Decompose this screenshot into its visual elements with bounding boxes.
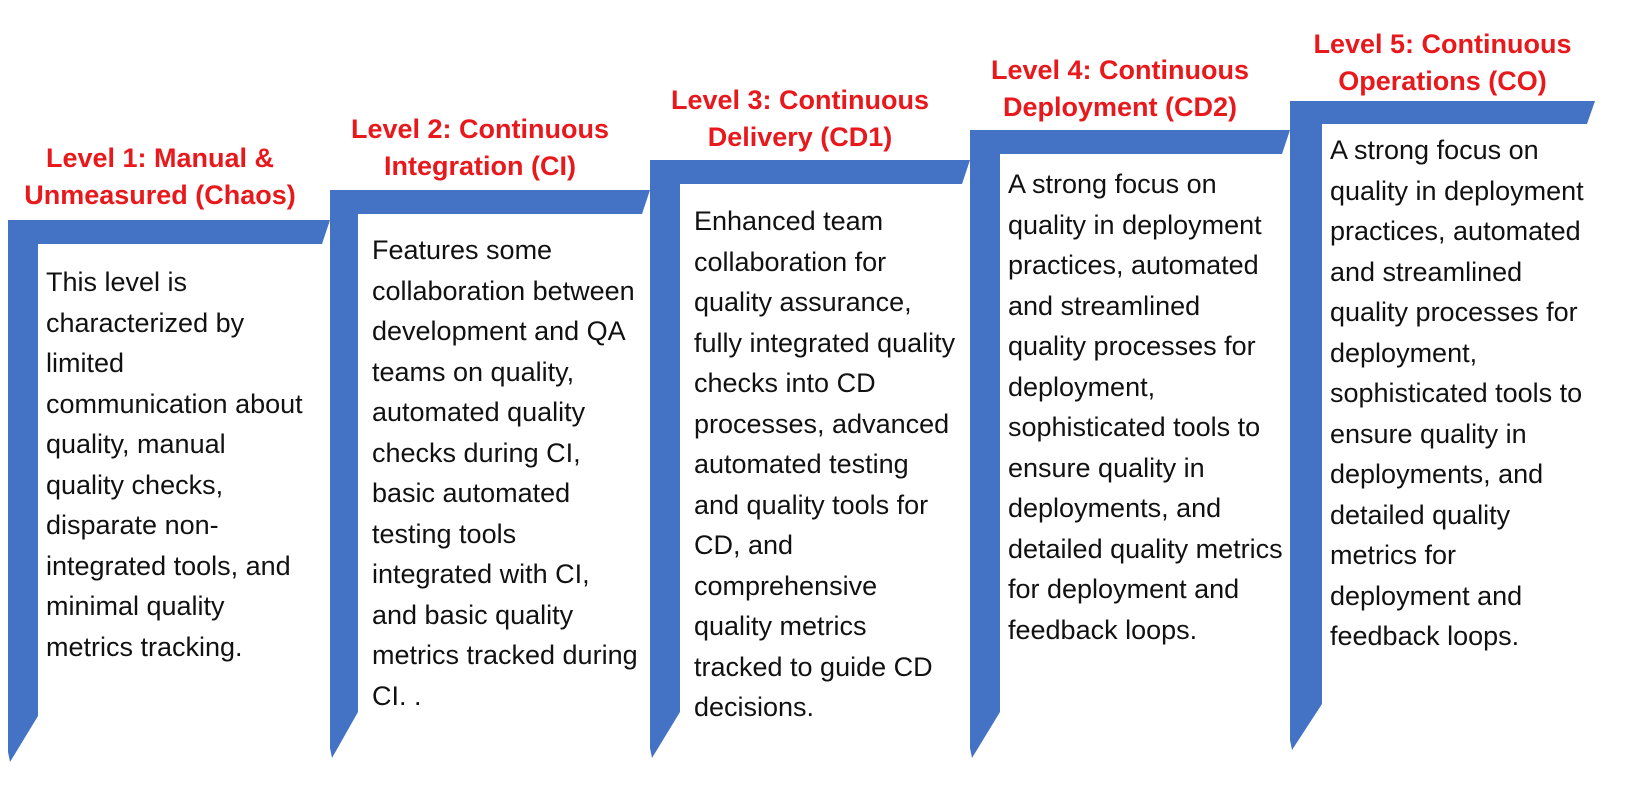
level-4-title: Level 4: Continuous Deployment (CD2)	[990, 55, 1250, 122]
level-3-description: Enhanced team collaboration for quality …	[694, 206, 956, 722]
level-1-description: This level is characterized by limited c…	[46, 267, 303, 662]
level-5-description: A strong focus on quality in deployment …	[1330, 135, 1584, 651]
level-3-title: Level 3: Continuous Delivery (CD1)	[670, 85, 930, 152]
level-4-description: A strong focus on quality in deployment …	[1008, 169, 1283, 645]
level-2-description: Features some collaboration between deve…	[372, 235, 638, 711]
level-1-title: Level 1: Manual & Unmeasured (Chaos)	[24, 143, 296, 210]
level-2-title: Level 2: Continuous Integration (CI)	[350, 114, 610, 181]
level-5-title: Level 5: Continuous Operations (CO)	[1313, 29, 1572, 96]
